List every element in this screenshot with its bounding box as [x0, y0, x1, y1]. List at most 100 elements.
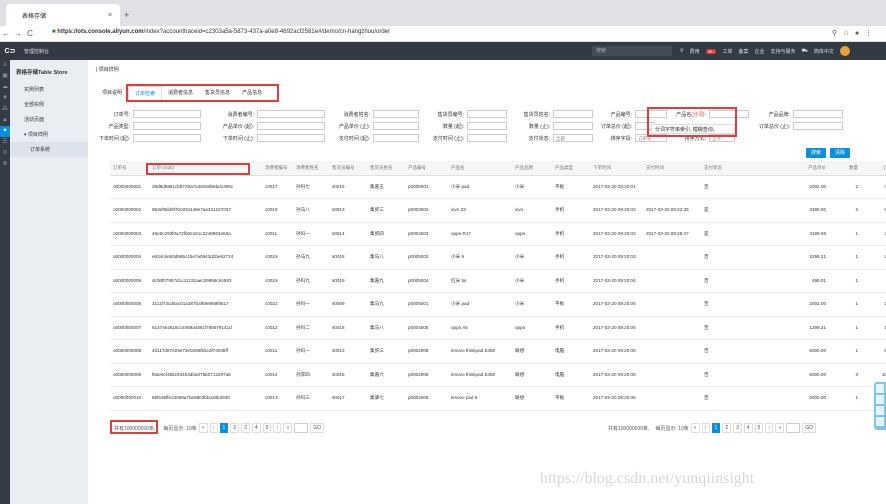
star-icon[interactable]: ☆: [843, 30, 855, 37]
console-search-input[interactable]: 搜索: [592, 46, 672, 56]
analytics-icon[interactable]: ☰: [0, 137, 10, 148]
pager-page-2-right[interactable]: 2: [722, 423, 732, 433]
forward-icon[interactable]: →: [12, 29, 24, 38]
order-no-input[interactable]: [133, 110, 201, 118]
table-row[interactable]: o0000000004 e634c6eb3d965c15e7a0943d2be62…: [110, 245, 886, 270]
sidebar-item-all-instances[interactable]: 全部实例: [10, 97, 88, 112]
table-row[interactable]: o0000000005 dc06f079b7d1c41231aec09655c94…: [110, 269, 886, 293]
pay-time-from-input[interactable]: [373, 134, 419, 142]
pager-page-4-right[interactable]: 4: [743, 423, 753, 433]
cloud-icon[interactable]: ☁: [0, 82, 10, 93]
pager-first[interactable]: «: [198, 423, 208, 433]
avatar[interactable]: [839, 46, 850, 56]
topnav-support[interactable]: 支持与服务: [771, 48, 796, 55]
helper-icon-3[interactable]: [876, 406, 884, 415]
pager-next[interactable]: ›: [273, 423, 282, 433]
helper-icon-1[interactable]: [876, 384, 884, 393]
storage-icon[interactable]: ▲: [0, 115, 10, 126]
network-icon[interactable]: ⁂: [0, 104, 10, 115]
table-row[interactable]: o0000000003 49e8c293f0a72fb0e161c2248963e…: [110, 222, 886, 246]
security-icon[interactable]: ⊚: [0, 159, 10, 170]
database-icon[interactable]: ▼: [0, 93, 10, 104]
consumer-name-input[interactable]: [373, 110, 419, 118]
order-time-to-input[interactable]: [257, 134, 325, 142]
close-tab-icon[interactable]: ×: [108, 12, 112, 19]
pager-page-5-right[interactable]: 5: [754, 423, 764, 433]
pager-last[interactable]: »: [283, 423, 293, 433]
topnav-links: ⚲ 费用 99+ 工单 备案 企业 支持与服务 ⛟ 简体中文: [680, 42, 850, 60]
floating-helper-bar[interactable]: [874, 382, 886, 430]
pager-page-4[interactable]: 4: [251, 423, 261, 433]
browser-tab[interactable]: 表格存储: [6, 4, 120, 26]
extension-icon[interactable]: ♠: [855, 30, 865, 37]
consumer-no-input[interactable]: [257, 110, 325, 118]
qty-from-input[interactable]: [467, 122, 507, 130]
pager-page-1-right[interactable]: 1: [711, 423, 721, 433]
aliyun-logo[interactable]: C⊃: [0, 47, 20, 55]
back-icon[interactable]: ←: [0, 29, 12, 38]
menu-toggle-icon[interactable]: ≡: [0, 60, 10, 71]
cart-icon[interactable]: ⛟: [802, 48, 808, 55]
pager-per-page-right[interactable]: 每页显示: 10条: [655, 425, 688, 432]
table-row[interactable]: o0000000007 61474e2616cc4068a456cf7889791…: [110, 316, 886, 340]
sidebar-item-activity[interactable]: 活动页面: [10, 112, 88, 127]
table-row[interactable]: o0000000009 f8ae6cf455c94404dba075b071229…: [110, 363, 886, 387]
topnav-language[interactable]: 简体中文: [814, 48, 834, 55]
pager-page-3-right[interactable]: 3: [733, 423, 742, 433]
pager-per-page[interactable]: 每页显示: 10条: [163, 425, 196, 432]
sidebar-group-demo[interactable]: ▾ 项目样例: [10, 127, 88, 142]
pager-next-right[interactable]: ›: [765, 423, 774, 433]
topnav-ticket[interactable]: 工单: [722, 48, 732, 55]
seller-name-input[interactable]: [553, 110, 593, 118]
pager-page-1[interactable]: 1: [219, 423, 229, 433]
helper-icon-2[interactable]: [876, 395, 884, 404]
sidebar-item-order-system[interactable]: 订单系统: [10, 142, 88, 157]
clear-button[interactable]: 清除: [830, 148, 850, 158]
reload-icon[interactable]: C: [24, 29, 36, 38]
topnav-icp[interactable]: 备案: [739, 48, 749, 55]
sidebar-item-instances[interactable]: 实例列表: [10, 82, 88, 97]
zoom-icon[interactable]: ⚲: [832, 30, 843, 37]
search-icon[interactable]: ⚲: [680, 48, 684, 54]
seller-no-input[interactable]: [467, 110, 507, 118]
brand-input[interactable]: [793, 110, 843, 118]
tab-description[interactable]: 项目说明: [96, 86, 128, 100]
pager-page-2[interactable]: 2: [230, 423, 240, 433]
qty-to-input[interactable]: [553, 122, 593, 130]
pager-prev[interactable]: ‹: [209, 423, 218, 433]
unit-price-from-input[interactable]: [257, 122, 325, 130]
product-type-input[interactable]: [133, 122, 201, 130]
search-button[interactable]: 搜索: [806, 148, 826, 158]
unit-price-to-input[interactable]: [373, 122, 419, 130]
table-row[interactable]: o0000000001 39d9d9881cb9729a7e48269b6bd13…: [110, 175, 886, 199]
pager-last-right[interactable]: »: [775, 423, 785, 433]
url-field[interactable]: ■ https://ots.console.aliyun.com/index?a…: [52, 29, 390, 35]
order-time-from-input[interactable]: [133, 134, 201, 142]
table-row[interactable]: o0000000008 4d117d67e29e72e0259fb5cdf7404…: [110, 339, 886, 364]
topnav-fees[interactable]: 费用: [690, 48, 700, 55]
console-title[interactable]: 管理控制台: [24, 48, 49, 55]
cell-unit-price: 2000.00: [759, 386, 831, 411]
helper-icon-4[interactable]: [876, 417, 884, 426]
table-store-icon[interactable]: ✦: [0, 126, 10, 137]
pager-goto-input-right[interactable]: [786, 423, 801, 433]
topnav-enterprise[interactable]: 企业: [755, 48, 765, 55]
pager-go-button[interactable]: GO: [310, 423, 325, 433]
pager-page-5[interactable]: 5: [262, 423, 272, 433]
pay-time-to-input[interactable]: [467, 134, 507, 142]
pager-page-3[interactable]: 3: [241, 423, 250, 433]
table-row[interactable]: o0000000006 3111f73cd0ac01a387baf89e869f6…: [110, 292, 886, 317]
pay-status-select[interactable]: 全部: [553, 134, 593, 142]
table-row[interactable]: o0000000002 953ef9dd9f7b0291148e7aa331227…: [110, 198, 886, 223]
total-to-input[interactable]: [793, 122, 843, 130]
notification-badge[interactable]: 99+: [705, 48, 717, 54]
pager-prev-right[interactable]: ‹: [701, 423, 710, 433]
pager-first-right[interactable]: «: [690, 423, 700, 433]
pager-goto-input[interactable]: [294, 423, 309, 433]
new-tab-icon[interactable]: +: [124, 10, 129, 20]
home-icon[interactable]: ▣: [0, 71, 10, 82]
table-row[interactable]: o0000000010 85f636ffe24059a7be9803bba28b2…: [110, 386, 886, 411]
pager-go-button-right[interactable]: GO: [802, 423, 817, 433]
menu-icon[interactable]: ⋮: [865, 30, 878, 37]
monitor-icon[interactable]: ⊙: [0, 148, 10, 159]
